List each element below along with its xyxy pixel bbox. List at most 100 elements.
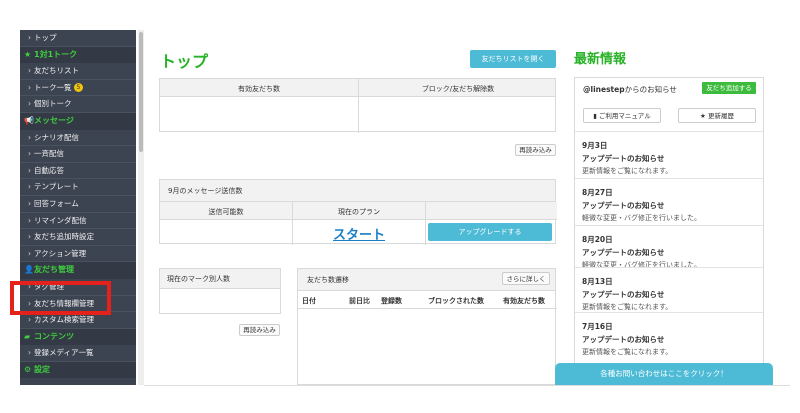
- trend-col-registered: 登録数: [381, 297, 402, 305]
- sidebar: › トップ ★ 1対1トーク › 友だちリスト › トーク一覧 5 › 個別トーク 📢メッセージ › シナ…: [20, 30, 136, 385]
- more-detail-button[interactable]: さらに詳しく: [502, 272, 550, 285]
- sidebar-item-label: 1対1トーク: [34, 49, 78, 59]
- sidebar-item-label: 回答フォーム: [34, 198, 79, 208]
- news-item-title: アップデートのお知らせ: [582, 248, 665, 257]
- sidebar-item[interactable]: › テンプレート: [20, 179, 136, 196]
- sidebar-item-label: 友だち管理: [34, 265, 74, 275]
- sidebar-item-label: メッセージ: [34, 115, 74, 125]
- trend-col-diff: 前日比: [349, 297, 370, 305]
- news-item-title: アップデートのお知らせ: [582, 290, 665, 299]
- sidebar-item-label: 自動応答: [34, 165, 64, 175]
- megaphone-icon: 📢: [24, 115, 34, 125]
- sidebar-scrollbar[interactable]: [138, 30, 144, 385]
- friends-trend-panel: 友だち数遷移 日付 前日比 登録数 ブロックされた数 有効友だち数: [297, 268, 557, 385]
- sidebar-item[interactable]: › トーク一覧 5: [20, 80, 136, 97]
- news-item-text: 更新情報をご覧になれます。: [582, 303, 673, 311]
- sidebar-item[interactable]: › シナリオ配信: [20, 130, 136, 147]
- news-item-title: アップデートのお知らせ: [582, 201, 665, 210]
- open-friends-list-button[interactable]: 友だちリストを開く: [470, 50, 556, 68]
- trend-col-date: 日付: [302, 297, 316, 305]
- news-item-title: アップデートのお知らせ: [582, 154, 665, 163]
- person-icon: 👤: [24, 265, 34, 275]
- page-title: トップ: [160, 52, 209, 71]
- highlight-box: [10, 281, 111, 315]
- sidebar-item-label: トーク一覧: [34, 82, 72, 92]
- manual-button[interactable]: ▮ ご利用マニュアル: [583, 108, 661, 123]
- history-button[interactable]: ★ 更新履歴: [678, 108, 756, 123]
- news-account-heading: @linestepからのお知らせ: [583, 84, 677, 95]
- sidebar-scrollbar-thumb[interactable]: [139, 32, 143, 152]
- unread-badge: 5: [73, 83, 84, 93]
- current-plan-header: 現在のプラン: [338, 208, 380, 216]
- sidebar-item-label: 友だちリスト: [34, 66, 79, 76]
- news-item-date: 8月20日: [582, 235, 613, 244]
- sidebar-item-label: コンテンツ: [34, 331, 74, 341]
- sidebar-item-label: 設定: [34, 364, 50, 374]
- sendable-count-header: 送信可能数: [208, 208, 244, 216]
- add-friend-button[interactable]: 友だち追加する: [702, 82, 756, 94]
- star-icon: ★: [24, 49, 32, 59]
- news-item-date: 7月16日: [582, 322, 613, 331]
- manual-label: ご利用マニュアル: [598, 112, 651, 120]
- blocked-friends-header: ブロック/友だち解除数: [421, 85, 495, 93]
- mark-panel-title: 現在のマーク別人数: [160, 269, 280, 289]
- gear-icon: ⚙: [24, 364, 32, 374]
- friends-count-panel: 有効友だち数 ブロック/友だち解除数: [159, 78, 556, 133]
- sidebar-item[interactable]: › トップ: [20, 30, 136, 47]
- star-icon: ★: [700, 112, 708, 120]
- sidebar-section: ⚙ 設定: [20, 361, 136, 379]
- sidebar-item[interactable]: › 自動応答: [20, 163, 136, 180]
- friends-reload-button[interactable]: 再読み込み: [515, 144, 556, 156]
- news-item[interactable]: 9月3日アップデートのお知らせ 更新情報をご覧になれます。: [575, 131, 763, 176]
- news-account-name: @linestep: [583, 85, 625, 94]
- sidebar-item[interactable]: › リマインダ配信: [20, 213, 136, 230]
- news-item-text: 更新情報をご覧になれます。: [582, 348, 673, 356]
- sidebar-item-label: 一斉配信: [34, 149, 64, 159]
- sidebar-item[interactable]: › 個別トーク: [20, 96, 136, 113]
- sidebar-item-label: リマインダ配信: [34, 215, 87, 225]
- news-item-text: 軽微な変更・バグ修正を行いました。: [582, 214, 701, 222]
- news-item[interactable]: 8月20日 アップデートのお知らせ 軽微な変更・バグ修正を行いました。: [575, 225, 763, 270]
- sidebar-item[interactable]: › 一斉配信: [20, 146, 136, 163]
- news-item[interactable]: 8月27日アップデートのお知らせ軽微な変更・バグ修正を行いました。: [575, 178, 763, 223]
- mark-count-panel: 現在のマーク別人数: [159, 268, 281, 314]
- trend-col-blocked: ブロックされた数: [428, 297, 484, 305]
- news-item[interactable]: 7月16日アップデートのお知らせ 更新情報をご覧になれます。: [575, 312, 763, 357]
- upgrade-button[interactable]: アップグレードする: [428, 223, 552, 241]
- sidebar-item-label: アクション管理: [34, 248, 87, 258]
- news-item-text: 更新情報をご覧になれます。: [582, 167, 673, 175]
- bottom-divider: [144, 385, 790, 386]
- contact-bar[interactable]: 各種お問い合わせはここをクリック！: [555, 363, 773, 385]
- news-item[interactable]: 8月13日アップデートのお知らせ 更新情報をご覧になれます。: [575, 267, 763, 312]
- news-item-title: アップデートのお知らせ: [582, 335, 665, 344]
- mark-reload-button[interactable]: 再読み込み: [239, 324, 280, 336]
- sidebar-section: 📢メッセージ: [20, 112, 136, 130]
- sidebar-section: ★ 1対1トーク: [20, 46, 136, 64]
- sidebar-item[interactable]: › 登録メディア一覧: [20, 345, 136, 362]
- screen: › トップ ★ 1対1トーク › 友だちリスト › トーク一覧 5 › 個別トーク 📢メッセージ › シナ…: [0, 0, 800, 413]
- sidebar-item-label: 友だち追加時設定: [34, 232, 94, 242]
- news-item-date: 9月3日: [582, 141, 608, 150]
- folder-icon: ▰: [24, 331, 31, 341]
- sidebar-item-label: 登録メディア一覧: [34, 348, 94, 358]
- news-item-date: 8月13日: [582, 277, 613, 286]
- sidebar-item[interactable]: › アクション管理: [20, 246, 136, 263]
- sidebar-item-label: カスタム検索管理: [34, 315, 94, 325]
- history-label: 更新履歴: [707, 112, 734, 120]
- sidebar-item[interactable]: › 回答フォーム: [20, 196, 136, 213]
- message-panel-title: 9月のメッセージ送信数: [160, 180, 555, 202]
- active-friends-header: 有効友だち数: [238, 85, 280, 93]
- trend-col-active: 有効友だち数: [503, 297, 545, 305]
- news-account-suffix: からのお知らせ: [624, 85, 677, 94]
- trend-table-header: 日付 前日比 登録数 ブロックされた数 有効友だち数: [298, 291, 557, 309]
- sidebar-item[interactable]: › 友だち追加時設定: [20, 229, 136, 246]
- sidebar-section: ▰ コンテンツ: [20, 328, 136, 346]
- sidebar-section: 👤友だち管理: [20, 262, 136, 279]
- sidebar-item-label: シナリオ配信: [34, 132, 79, 142]
- news-item-date: 8月27日: [582, 188, 613, 197]
- news-title: 最新情報: [574, 52, 627, 67]
- sidebar-item-label: テンプレート: [34, 182, 79, 192]
- current-plan-link[interactable]: スタート: [333, 224, 385, 243]
- sidebar-item[interactable]: › 友だちリスト: [20, 63, 136, 80]
- column-divider: [425, 202, 426, 245]
